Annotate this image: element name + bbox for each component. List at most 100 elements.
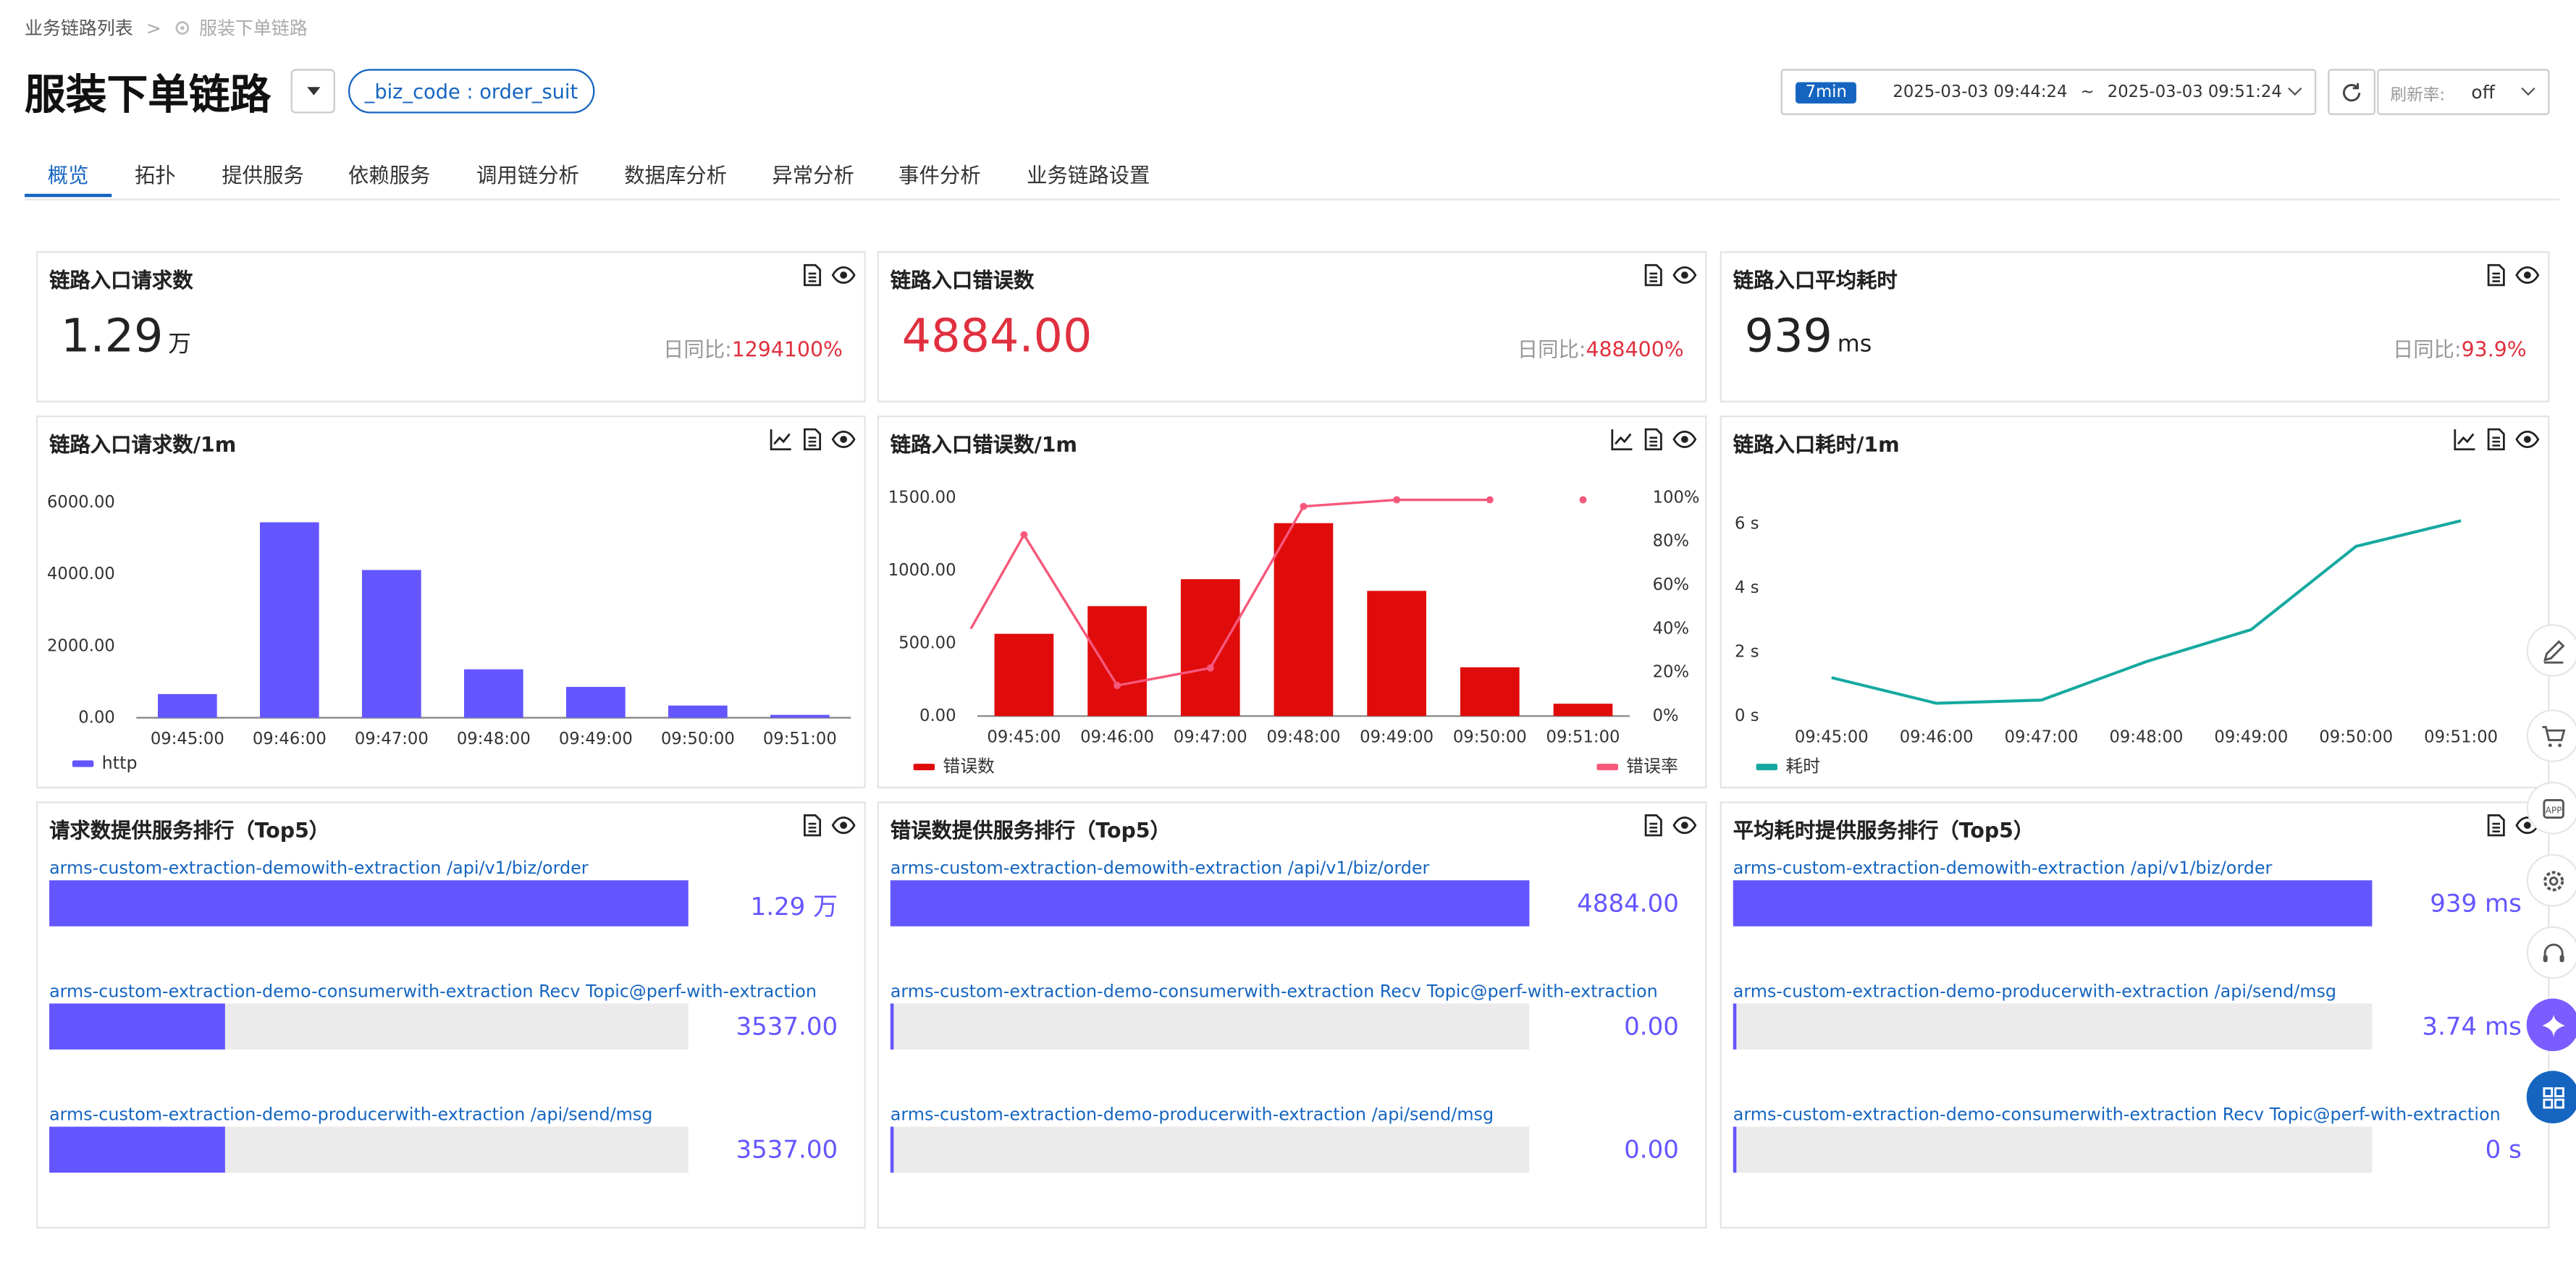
refresh-rate-label: 刷新率: <box>2390 86 2446 105</box>
ranking-item-label[interactable]: arms-custom-extraction-demowith-extracti… <box>1733 859 2273 879</box>
legend-swatch <box>913 762 935 770</box>
bar <box>361 570 421 718</box>
ranking-bar-fill <box>890 1126 894 1173</box>
tab-event-analysis[interactable]: 事件分析 <box>898 158 980 189</box>
refresh-rate-select[interactable]: 刷新率: off <box>2377 69 2550 115</box>
eye-icon[interactable] <box>831 263 856 287</box>
bar <box>463 669 523 718</box>
legend-swatch <box>1596 762 1618 770</box>
ai-assistant-button[interactable] <box>2526 998 2576 1052</box>
tab-provided-services[interactable]: 提供服务 <box>222 158 303 189</box>
x-tick-label: 09:47:00 <box>1174 728 1247 747</box>
chevron-down-icon <box>2521 81 2535 96</box>
chart-panel-requests: 链路入口请求数/1m 6000.00 4000.00 2000.00 0.00 09:4… <box>35 415 866 789</box>
error-rate-point <box>1114 682 1121 690</box>
bar <box>668 705 728 718</box>
title-dropdown-button[interactable] <box>290 69 335 114</box>
x-tick-label: 09:46:00 <box>253 730 327 748</box>
stat-title: 链路入口错误数 <box>890 267 1035 292</box>
app-button[interactable]: APP <box>2526 782 2576 835</box>
ranking-item-label[interactable]: arms-custom-extraction-demo-producerwith… <box>1733 982 2336 1002</box>
eye-icon[interactable] <box>1672 813 1697 837</box>
legend-item[interactable]: http <box>72 754 138 774</box>
tab-overview[interactable]: 概览 <box>48 158 89 189</box>
stat-number: 939 <box>1744 308 1832 363</box>
eye-icon[interactable] <box>831 813 856 837</box>
time-range-separator: ~ <box>2080 83 2095 101</box>
tab-biz-chain-settings[interactable]: 业务链路设置 <box>1027 158 1150 189</box>
y2-tick-label: 20% <box>1653 663 1689 682</box>
biz-code-tag[interactable]: _biz_code : order_suit <box>348 69 594 114</box>
ranking-bar-fill <box>890 1003 894 1050</box>
legend-swatch <box>72 760 94 767</box>
ranking-bar-fill <box>1733 880 2373 927</box>
bar <box>994 633 1054 717</box>
errors-combo-chart: 1500.00 1000.00 500.00 0.00 100% 80% 60% 40% 20%… <box>888 488 1700 747</box>
latency-line-chart: 6 s 4 s 2 s 0 s 09:45:00 09:46:00 09:47:00 09:4… <box>1735 515 2498 747</box>
tab-database-analysis[interactable]: 数据库分析 <box>624 158 727 189</box>
y-tick-label: 4000.00 <box>47 565 115 583</box>
eye-icon[interactable] <box>1672 263 1697 287</box>
time-range-picker[interactable]: 7min 2025-03-03 09:44:24 ~ 2025-03-03 09… <box>1780 69 2317 115</box>
x-tick-label: 09:46:00 <box>1900 728 1974 747</box>
y-tick-label: 2000.00 <box>47 636 115 655</box>
ranking-item-label[interactable]: arms-custom-extraction-demowith-extracti… <box>49 859 589 879</box>
bar <box>259 522 319 718</box>
legend-item[interactable]: 错误数 <box>913 754 995 778</box>
document-icon[interactable] <box>800 813 825 837</box>
ranking-item-value: 3537.00 <box>736 1011 838 1042</box>
time-range-start: 2025-03-03 09:44:24 <box>1893 83 2068 101</box>
apps-grid-button[interactable] <box>2526 1071 2576 1123</box>
tab-exception-analysis[interactable]: 异常分析 <box>772 158 854 189</box>
cart-button[interactable] <box>2526 709 2576 762</box>
bar <box>1460 667 1520 717</box>
x-tick-label: 09:50:00 <box>2319 728 2393 747</box>
refresh-button[interactable] <box>2328 69 2375 115</box>
ranking-item-label[interactable]: arms-custom-extraction-demowith-extracti… <box>891 859 1430 879</box>
settings-button[interactable] <box>2526 853 2576 907</box>
tab-topology[interactable]: 拓扑 <box>135 158 176 189</box>
bar <box>1553 704 1613 717</box>
tab-active-indicator <box>25 193 112 198</box>
support-button[interactable] <box>2526 926 2576 979</box>
document-icon[interactable] <box>2484 263 2509 287</box>
document-icon[interactable] <box>1641 813 1666 837</box>
x-tick-label: 09:47:00 <box>2005 728 2079 747</box>
ranking-bar-track <box>1733 1003 2373 1050</box>
ranking-item-label[interactable]: arms-custom-extraction-demo-producerwith… <box>891 1105 1494 1125</box>
app-icon: APP <box>2542 798 2564 818</box>
document-icon[interactable] <box>800 263 825 287</box>
ratio-label: 日同比: <box>1517 337 1586 362</box>
ranking-item-label[interactable]: arms-custom-extraction-demo-consumerwith… <box>49 982 817 1002</box>
bar <box>157 693 217 718</box>
tab-trace-analysis[interactable]: 调用链分析 <box>476 158 579 189</box>
y-tick-label: 500.00 <box>898 633 956 652</box>
document-icon[interactable] <box>1641 263 1666 287</box>
ranking-bar-fill <box>49 880 689 927</box>
chevron-down-icon <box>2288 81 2302 96</box>
caret-down-icon <box>306 87 320 96</box>
y-tick-label: 4 s <box>1735 578 1759 597</box>
ranking-item-label[interactable]: arms-custom-extraction-demo-consumerwith… <box>891 982 1658 1002</box>
ranking-item-label[interactable]: arms-custom-extraction-demo-producerwith… <box>49 1105 652 1125</box>
stat-card-errors: 链路入口错误数 4884.00 日同比:488400% <box>877 251 1707 402</box>
ranking-bar-fill <box>890 880 1530 927</box>
ranking-bar-track <box>890 1126 1530 1173</box>
chart-panel-errors: 链路入口错误数/1m 1500.00 1000.00 500.00 0.00 100% 8… <box>877 415 1707 789</box>
y2-tick-label: 60% <box>1653 575 1689 594</box>
bar <box>770 714 830 718</box>
document-icon[interactable] <box>2484 813 2509 837</box>
stat-unit: 万 <box>168 332 191 358</box>
edit-button[interactable] <box>2526 624 2576 677</box>
tab-dependent-services[interactable]: 依赖服务 <box>348 158 430 189</box>
legend-item[interactable]: 耗时 <box>1756 754 1820 778</box>
x-tick-label: 09:45:00 <box>151 730 224 748</box>
breadcrumb-parent-link[interactable]: 业务链路列表 <box>25 14 133 41</box>
ranking-item-label[interactable]: arms-custom-extraction-demo-consumerwith… <box>1733 1105 2501 1125</box>
x-tick-label: 09:48:00 <box>457 730 531 748</box>
x-tick-label: 09:48:00 <box>2109 728 2183 747</box>
time-range-end: 2025-03-03 09:51:24 <box>2107 83 2282 101</box>
eye-icon[interactable] <box>2515 263 2540 287</box>
legend-item[interactable]: 错误率 <box>1596 754 1678 778</box>
error-rate-point <box>1206 664 1214 672</box>
